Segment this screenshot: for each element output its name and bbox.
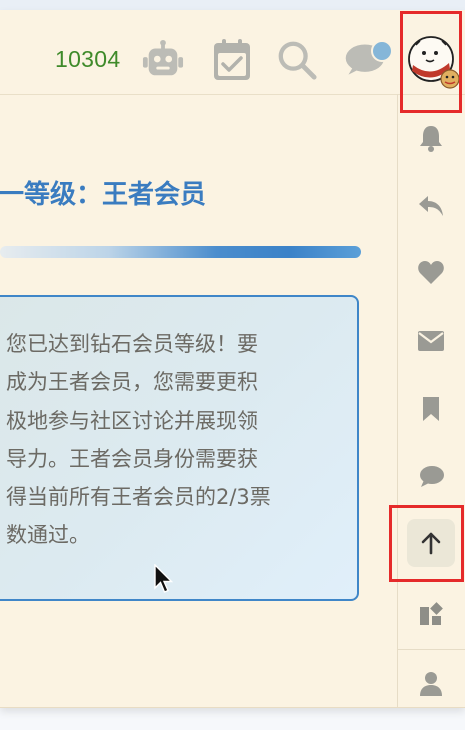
search-icon[interactable] xyxy=(276,38,318,82)
user-icon[interactable] xyxy=(407,660,455,708)
scroll-top-highlight-box xyxy=(389,505,464,582)
level-progress-bar xyxy=(0,246,361,258)
widgets-icon[interactable] xyxy=(407,590,455,638)
bookmark-icon[interactable] xyxy=(407,385,455,433)
notification-dot xyxy=(371,40,393,62)
header-bar: 10304 xyxy=(0,10,465,95)
browser-top-strip xyxy=(0,0,465,10)
level-notice-box: 您已达到钻石会员等级！要 成为王者会员，您需要更积 极地参与社区讨论并展现领 导… xyxy=(0,295,359,601)
sidebar-divider xyxy=(398,649,465,650)
page-card: 10304 一等级：王者会员 您已达到钻石会员等级！要 成为王者会员，您需要更积… xyxy=(0,10,465,708)
mail-icon[interactable] xyxy=(407,317,455,365)
avatar-highlight-box xyxy=(400,11,462,113)
right-sidebar xyxy=(397,94,465,707)
level-notice-text: 您已达到钻石会员等级！要 成为王者会员，您需要更积 极地参与社区讨论并展现领 导… xyxy=(6,332,271,548)
reply-icon[interactable] xyxy=(407,182,455,230)
credits-count: 10304 xyxy=(55,46,121,72)
level-title: 一等级：王者会员 xyxy=(0,180,207,210)
mouse-cursor-icon xyxy=(154,563,174,598)
calendar-check-icon[interactable] xyxy=(211,38,253,82)
bell-icon[interactable] xyxy=(407,114,455,162)
heart-icon[interactable] xyxy=(407,249,455,297)
comment-icon[interactable] xyxy=(407,453,455,501)
robot-icon[interactable] xyxy=(142,38,184,82)
